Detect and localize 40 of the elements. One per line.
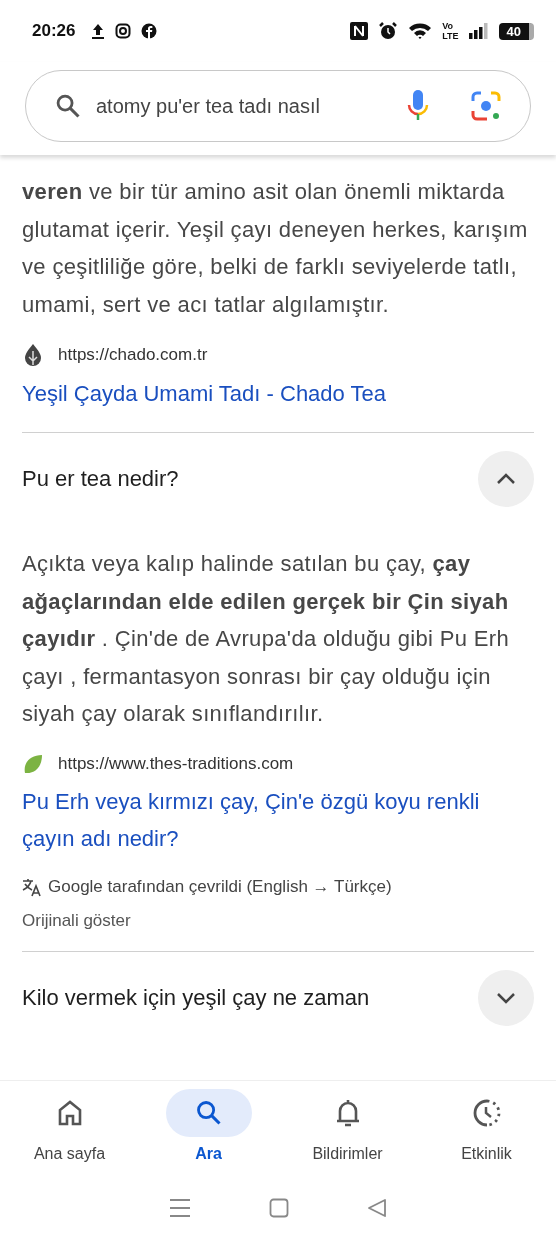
source-url: https://chado.com.tr xyxy=(58,345,208,365)
show-original-link[interactable]: Orijinali göster xyxy=(22,910,534,931)
source-url: https://www.thes-traditions.com xyxy=(58,753,294,774)
drop-icon xyxy=(22,343,44,367)
back-icon[interactable] xyxy=(367,1197,387,1218)
question-heading[interactable]: Pu er tea nedir? xyxy=(22,466,179,492)
nfc-icon xyxy=(350,22,369,40)
question-heading[interactable]: Kilo vermek için yeşil çay ne zaman xyxy=(22,984,370,1011)
nav-tab[interactable]: Ara xyxy=(143,1089,274,1163)
answer-paragraph: Açıkta veya kalıp halinde satılan bu çay, çay ağaçlarından elde edilen gerçek bir Çin siyah çayıdır . Çin'de de Avrupa'da olduğu gibi Pu Erh çayı , fermantasyon sonrası bir çay olduğu için siyah çay olarak sınıflandırılır. xyxy=(22,550,511,728)
result-link[interactable]: Pu Erh veya kırmızı çay, Çin'e özgü koyu renkli çayın adı nedir? xyxy=(22,782,534,857)
translate-icon xyxy=(22,876,42,897)
upload-icon xyxy=(91,23,106,39)
chevron-icon xyxy=(495,990,517,1005)
clock-icon xyxy=(471,1098,502,1128)
nav-tab[interactable]: Ana sayfa xyxy=(4,1089,135,1163)
translation-note: Google tarafından çevrildi (English → Türkçe) xyxy=(48,876,392,897)
alarm-icon xyxy=(378,21,399,41)
signal-icon xyxy=(468,23,489,39)
search-icon xyxy=(54,92,82,120)
battery-indicator: 40 xyxy=(498,22,534,40)
search-icon xyxy=(194,1099,223,1127)
network-label: LTE xyxy=(442,31,459,41)
leaf-icon xyxy=(22,752,44,775)
result-link[interactable]: Yeşil Çayda Umami Tadı - Chado Tea xyxy=(22,375,534,412)
camera-icon xyxy=(115,23,132,39)
circle-f-icon xyxy=(141,23,158,39)
network-label: Vo xyxy=(442,21,455,31)
answer-paragraph: veren ve bir tür amino asit olan önemli miktarda glutamat içerir. Yeşil çayı deneyen herkes, karışım ve çeşitliliğe göre, belki de farklı seviyelerde tatlı, umami, sert ve acı tatlar algılamıştır. xyxy=(22,178,529,319)
camera-lens-icon[interactable] xyxy=(470,90,502,122)
expand-button[interactable] xyxy=(478,451,534,507)
nav-tab[interactable]: Etkinlik xyxy=(421,1089,552,1163)
search-query[interactable]: atomy pu'er tea tadı nasıl xyxy=(96,94,320,118)
microphone-icon[interactable] xyxy=(406,89,430,123)
home-square-icon[interactable] xyxy=(269,1197,289,1218)
status-time: 20:26 xyxy=(32,21,76,41)
nav-tab[interactable]: Bildirimler xyxy=(282,1089,413,1163)
wifi-icon xyxy=(408,22,433,40)
chevron-icon xyxy=(495,472,517,486)
menu-icon[interactable] xyxy=(169,1197,191,1218)
